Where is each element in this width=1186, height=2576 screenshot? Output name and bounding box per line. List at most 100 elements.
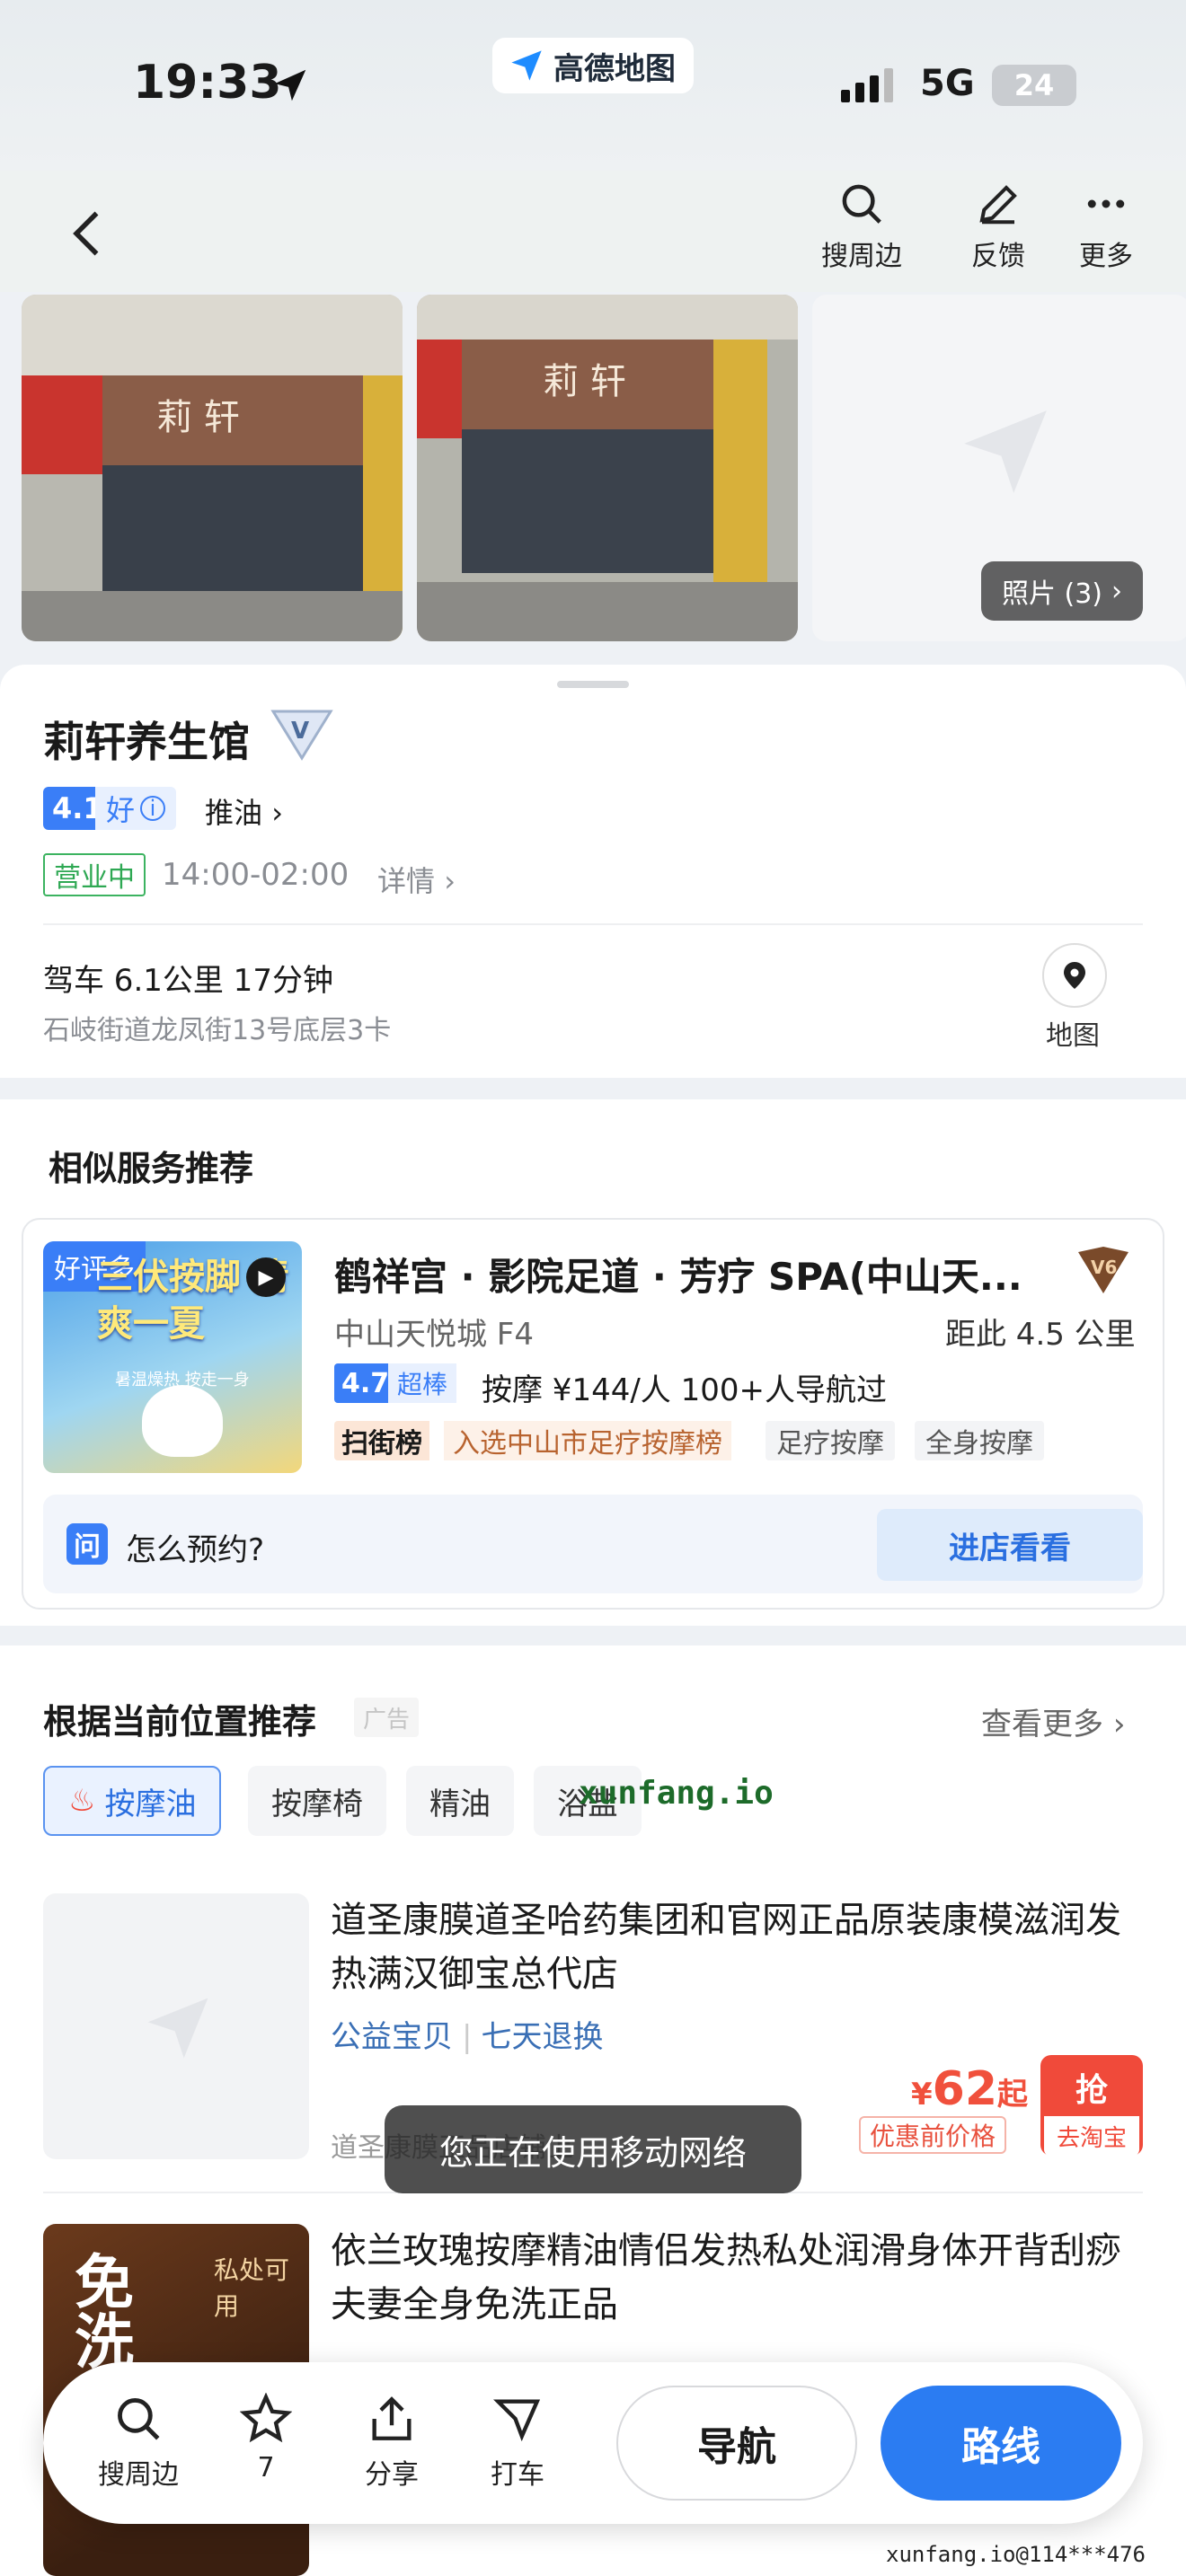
go-taobao-label: 去淘宝 xyxy=(1044,2116,1139,2157)
poi-address: 石岐街道龙凤街13号底层3卡 xyxy=(43,1015,392,1046)
product-image-placeholder[interactable] xyxy=(43,1893,309,2159)
product-tag: 七天退换 xyxy=(481,2019,604,2055)
storefront-photo-image: 莉 轩 xyxy=(22,295,403,641)
open-status-badge: 营业中 xyxy=(43,853,146,896)
storefront-photo-1[interactable]: 莉 轩 xyxy=(22,295,403,641)
drag-handle[interactable] xyxy=(557,681,629,688)
product-tag: 公益宝贝 xyxy=(331,2019,453,2055)
favorite-count: 7 xyxy=(257,2452,275,2483)
service-chip: 全身按摩 xyxy=(915,1421,1044,1460)
v6-badge-icon: V6 xyxy=(1078,1247,1128,1293)
search-icon xyxy=(842,184,881,224)
more-label: 更多 xyxy=(1079,241,1133,272)
poi-name: 莉轩养生馆 xyxy=(43,718,250,766)
price-suffix: 起 xyxy=(997,2077,1029,2113)
question-icon: 问 xyxy=(66,1523,108,1565)
share-label: 分享 xyxy=(365,2459,419,2491)
network-toast: 您正在使用移动网络 xyxy=(385,2105,801,2193)
divider xyxy=(43,923,1143,925)
battery-icon: 24 xyxy=(992,65,1076,106)
duck-illustration xyxy=(142,1385,223,1457)
product-price: ¥62起 xyxy=(911,2062,1028,2116)
app-badge[interactable]: 高德地图 xyxy=(492,38,694,93)
fire-icon: ♨ xyxy=(68,1783,96,1819)
navigate-button[interactable]: 导航 xyxy=(616,2386,857,2501)
feedback-button[interactable]: 反馈 xyxy=(949,180,1048,273)
chevron-right-icon: › xyxy=(1112,1707,1126,1742)
svg-text:莉 轩: 莉 轩 xyxy=(156,397,240,438)
photos-count-label: 照片 (3) xyxy=(1001,578,1103,610)
taxi-icon xyxy=(492,2399,541,2442)
status-time: 19:33 xyxy=(133,56,282,110)
chevron-right-icon: › xyxy=(1111,575,1123,607)
poi-tag-link[interactable]: 推油 › xyxy=(205,790,283,832)
signal-icon xyxy=(841,68,893,102)
svg-text:V6: V6 xyxy=(1091,1257,1117,1278)
product-title[interactable]: 道圣康膜道圣哈药集团和官网正品原装康模滋润发热满汉御宝总代店 xyxy=(331,1893,1139,2001)
more-icon xyxy=(1087,199,1125,208)
photos-count-button[interactable]: 照片 (3) › xyxy=(981,561,1143,621)
poi-tag-label: 推油 xyxy=(205,796,263,830)
edit-icon xyxy=(979,185,1017,225)
play-icon[interactable]: ▶ xyxy=(246,1257,286,1297)
view-more-label: 查看更多 xyxy=(981,1707,1103,1742)
hours-details-link[interactable]: 详情 › xyxy=(377,859,456,900)
tag-separator: | xyxy=(462,2019,473,2055)
product-image-heading: 免洗 xyxy=(65,2251,134,2369)
storefront-photo-2[interactable]: 莉 轩 xyxy=(417,295,798,641)
svg-text:莉 轩: 莉 轩 xyxy=(543,361,626,402)
service-rating-label: 超棒 xyxy=(388,1363,457,1403)
star-icon xyxy=(240,2393,292,2443)
rank-text[interactable]: 入选中山市足疗按摩榜 xyxy=(444,1421,731,1460)
product-title[interactable]: 依兰玫瑰按摩精油情侣发热私处润滑身体开背刮痧夫妻全身免洗正品 xyxy=(331,2224,1148,2332)
taxi-button[interactable]: 打车 xyxy=(464,2393,571,2492)
more-button[interactable]: 更多 xyxy=(1057,180,1155,273)
filter-chip-essential-oil[interactable]: 精油 xyxy=(406,1766,514,1836)
placeholder-icon xyxy=(964,410,1047,493)
price-label: 优惠前价格 xyxy=(859,2116,1007,2154)
search-nearby-bottom-button[interactable]: 搜周边 xyxy=(84,2393,192,2492)
back-icon[interactable] xyxy=(63,207,117,260)
chevron-right-icon: › xyxy=(271,796,283,830)
location-arrow-icon xyxy=(274,69,306,101)
price-currency: ¥ xyxy=(911,2077,933,2113)
filter-chip-label: 按摩油 xyxy=(104,1786,197,1822)
filter-chip-massage-oil[interactable]: ♨ 按摩油 xyxy=(43,1766,222,1836)
booking-question: 怎么预约? xyxy=(126,1532,265,1568)
search-nearby-button[interactable]: 搜周边 xyxy=(812,180,911,273)
product-tags: 公益宝贝 | 七天退换 xyxy=(331,2012,603,2056)
business-hours: 14:00-02:00 xyxy=(162,857,350,893)
app-badge-label: 高德地图 xyxy=(553,50,676,87)
search-nearby-bottom-label: 搜周边 xyxy=(98,2459,179,2491)
map-button[interactable] xyxy=(1042,943,1107,1008)
location-pin-icon xyxy=(1064,962,1085,989)
service-distance: 距此 4.5 公里 xyxy=(945,1317,1136,1353)
search-icon xyxy=(118,2398,160,2440)
hours-details-label: 详情 xyxy=(377,864,436,898)
map-label: 地图 xyxy=(1046,1020,1100,1052)
service-thumbnail[interactable]: 好评多 三伏按脚 清爽一夏 暑温燥热 按走一身 ▶ xyxy=(43,1241,302,1473)
favorite-button[interactable]: 7 xyxy=(212,2393,320,2483)
info-icon: i xyxy=(140,796,166,821)
grab-label: 抢 xyxy=(1075,2072,1108,2109)
route-button[interactable]: 路线 xyxy=(881,2386,1121,2501)
service-chip: 足疗按摩 xyxy=(766,1421,895,1460)
filter-chip-massage-chair[interactable]: 按摩椅 xyxy=(248,1766,386,1836)
price-value: 62 xyxy=(932,2062,998,2116)
grab-deal-button[interactable]: 抢去淘宝 xyxy=(1040,2055,1143,2157)
network-label: 5G xyxy=(920,63,975,104)
watermark: xunfang.io xyxy=(579,1775,774,1812)
svg-text:V: V xyxy=(291,718,309,745)
service-location: 中山天悦城 F4 xyxy=(334,1317,534,1353)
share-icon xyxy=(372,2396,412,2440)
service-rating-score: 4.7 xyxy=(334,1363,397,1403)
share-button[interactable]: 分享 xyxy=(338,2393,446,2492)
rating-label[interactable]: 好i xyxy=(95,787,177,830)
rank-badge: 扫街榜 xyxy=(334,1421,429,1460)
ad-tag: 广告 xyxy=(354,1698,420,1737)
feedback-label: 反馈 xyxy=(971,241,1025,272)
enter-store-button[interactable]: 进店看看 xyxy=(877,1509,1143,1581)
amap-logo-icon xyxy=(511,50,542,81)
view-more-link[interactable]: 查看更多 › xyxy=(981,1699,1125,1743)
drive-info: 驾车 6.1公里 17分钟 xyxy=(43,963,333,999)
